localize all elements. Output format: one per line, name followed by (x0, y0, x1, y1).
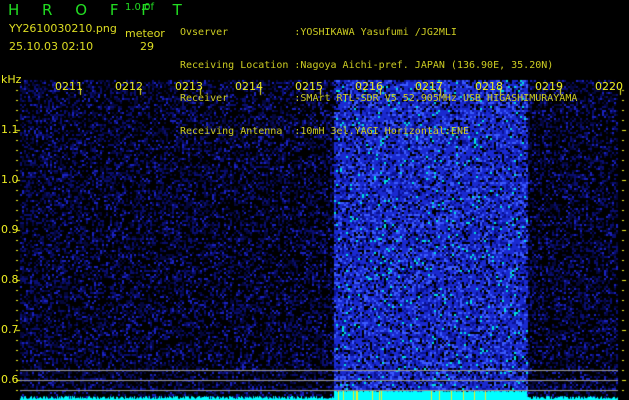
x-tick-label: 0215 (295, 80, 323, 93)
version: 1.0.0f (125, 2, 154, 13)
y-axis-label: kHz (1, 73, 22, 86)
y-tick-label: 0.9 (1, 223, 19, 236)
app-title: H R O F F T (8, 1, 191, 19)
y-tick-label: 1.1 (1, 123, 19, 136)
x-tick-label: 0216 (355, 80, 383, 93)
datetime: 25.10.03 02:10 (9, 40, 94, 53)
station-info: Ovserver :YOSHIKAWA Yasufumi /JG2MLI Rec… (180, 5, 577, 148)
x-tick-label: 0213 (175, 80, 203, 93)
info-receiver: Receiver :SMArt RTL-SDR V5 52.905MHz USB… (180, 93, 578, 104)
x-tick-label: 0218 (475, 80, 503, 93)
x-tick-label: 0219 (535, 80, 563, 93)
y-tick-label: 1.0 (1, 173, 19, 186)
x-tick-label: 0212 (115, 80, 143, 93)
y-tick-label: 0.6 (1, 373, 19, 386)
meteor-count: 29 (140, 40, 154, 53)
x-tick-label: 0217 (415, 80, 443, 93)
filename: YY2610030210.png (9, 22, 117, 35)
meteor-label: meteor (125, 27, 165, 40)
y-tick-label: 0.8 (1, 273, 19, 286)
info-antenna: Receiving Antenna :10mH 3el.YAGI Horizon… (180, 126, 469, 137)
x-tick-label: 0214 (235, 80, 263, 93)
info-observer: Ovserver :YOSHIKAWA Yasufumi /JG2MLI (180, 27, 457, 38)
x-tick-label: 0211 (55, 80, 83, 93)
y-tick-label: 0.7 (1, 323, 19, 336)
x-tick-label: 0220 (595, 80, 623, 93)
info-location: Receiving Location :Nagoya Aichi-pref. J… (180, 60, 554, 71)
